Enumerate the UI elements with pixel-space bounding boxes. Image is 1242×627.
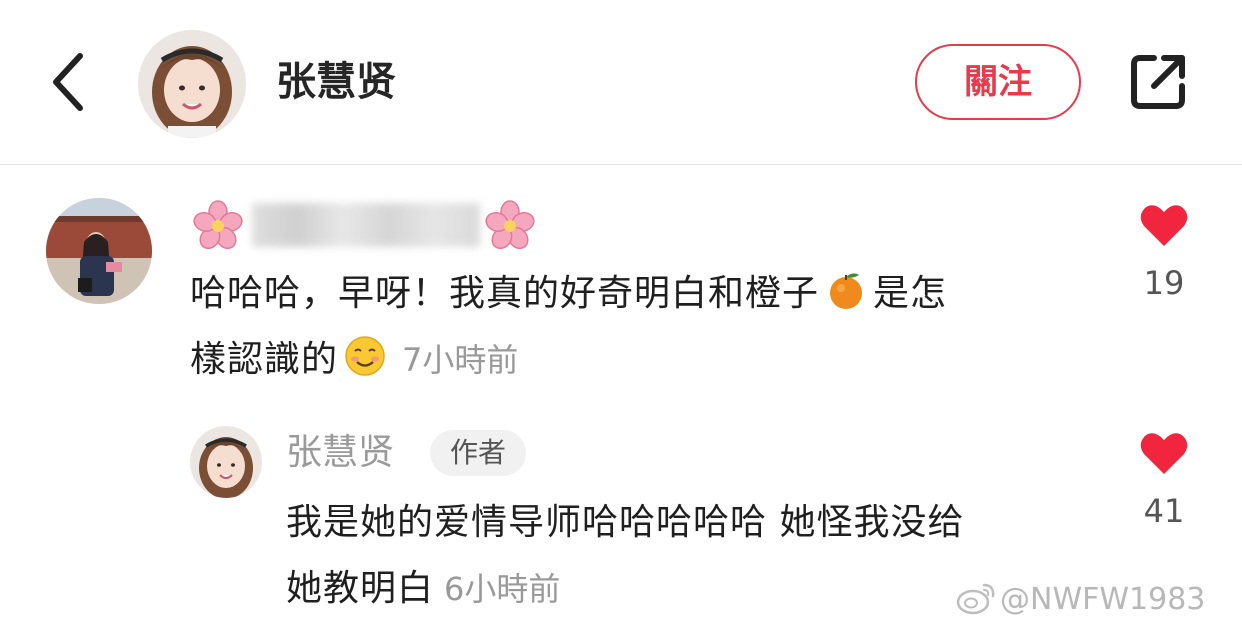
profile-name[interactable]: 张慧贤 [276,56,396,108]
comment-text: 樣認識的 [190,339,339,380]
comment-text-tail: 是怎 [873,273,948,314]
heart-icon [1140,205,1188,246]
reply-like-count: 41 [1143,492,1185,530]
chevron-left-icon [53,53,83,111]
reply-text: 我是她的爱情导师哈哈哈哈哈 她怪我没给 [286,502,965,543]
reply-author-name[interactable]: 张慧贤 [286,428,394,478]
back-button[interactable] [46,50,92,114]
smiling-face-icon [344,335,386,377]
like-button[interactable] [1139,202,1189,248]
reply-like-button[interactable] [1139,430,1189,476]
cherry-blossom-icon [192,200,244,252]
comment-text-line-2: 樣認識的 7小時前 [190,327,518,393]
comment-text: 哈哈哈，早呀！我真的好奇明白和橙子 [190,273,820,314]
reply-text: 她教明白 [286,568,435,609]
watermark-text: @NWFW1983 [1000,582,1206,617]
cherry-blossom-icon [484,200,536,252]
top-bar: 张慧贤 關注 [0,0,1242,165]
weibo-icon [956,581,996,615]
comment-text-line-1: 哈哈哈，早呀！我真的好奇明白和橙子 是怎 [190,261,947,327]
profile-avatar[interactable] [138,30,246,138]
share-external-icon [1131,55,1185,109]
reply-text-line-2: 她教明白 6小時前 [286,556,560,622]
commenter-avatar[interactable] [46,198,152,304]
reply-time: 6小時前 [444,570,561,608]
author-badge: 作者 [430,430,526,476]
reply-author-avatar[interactable] [190,426,262,498]
commenter-name-redacted [252,203,480,247]
follow-button[interactable]: 關注 [915,44,1081,120]
watermark: @NWFW1983 [956,580,1205,620]
comment-time: 7小時前 [402,341,519,379]
tangerine-icon [825,269,867,311]
reply-text-line-1: 我是她的爱情导师哈哈哈哈哈 她怪我没给 [286,490,964,556]
share-button[interactable] [1126,50,1190,114]
like-count: 19 [1143,264,1185,302]
heart-icon [1140,433,1188,474]
